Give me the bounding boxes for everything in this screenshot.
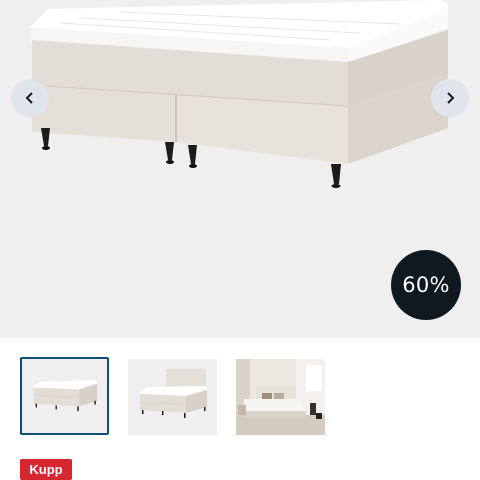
thumbnail-image <box>236 359 325 435</box>
chevron-left-icon <box>25 92 33 104</box>
kupp-badge: Kupp <box>20 459 72 480</box>
thumbnail-bed-in-bedroom[interactable] <box>236 359 325 435</box>
thumbnail-bed-front-view[interactable] <box>20 357 109 435</box>
thumbnail-image <box>33 379 98 412</box>
product-image-gallery: 60% <box>0 0 480 338</box>
previous-image-button[interactable] <box>11 79 49 117</box>
thumbnail-strip <box>0 357 480 437</box>
chevron-right-icon <box>447 92 455 104</box>
thumbnail-bed-with-headboard[interactable] <box>128 359 217 435</box>
discount-badge: 60% <box>391 250 461 320</box>
next-image-button[interactable] <box>431 79 469 117</box>
thumbnail-image <box>139 369 207 418</box>
